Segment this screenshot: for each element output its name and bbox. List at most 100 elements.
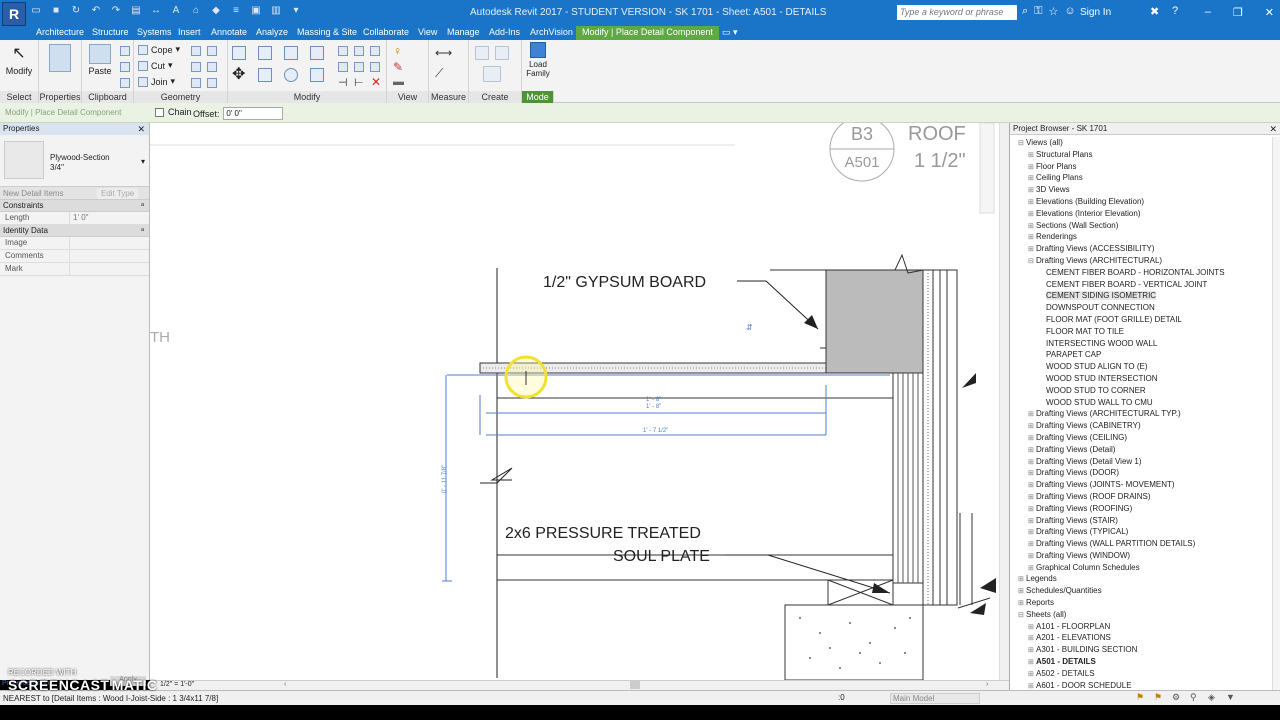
trim-multiple-icon[interactable]: ⊢ [354, 76, 364, 89]
browser-item[interactable]: ⊞ Elevations (Interior Elevation) [1010, 208, 1271, 220]
favorites-star-icon[interactable]: ☆ [1049, 5, 1059, 18]
wall-joins-icon[interactable] [191, 46, 201, 56]
browser-item[interactable]: ⊞ Drafting Views (Detail View 1) [1010, 456, 1271, 468]
unpin-icon[interactable] [370, 62, 380, 72]
offset-icon[interactable] [258, 46, 272, 60]
browser-item[interactable]: CEMENT FIBER BOARD - VERTICAL JOINT [1010, 279, 1271, 291]
active-model-field[interactable]: Main Model [890, 693, 980, 704]
tab-manage[interactable]: Manage [447, 27, 480, 37]
tab-collaborate[interactable]: Collaborate [363, 27, 409, 37]
delete-icon[interactable]: ✕ [371, 75, 381, 89]
array-icon[interactable] [338, 62, 348, 72]
links-icon[interactable]: ⚑ [1154, 692, 1162, 703]
filter-icon[interactable]: ▼ [1226, 692, 1235, 702]
select-by-face-icon[interactable]: ◈ [1208, 692, 1215, 703]
measure-between-icon[interactable]: ⟷ [435, 46, 452, 60]
browser-item[interactable]: FLOOR MAT (FOOT GRILLE) DETAIL [1010, 314, 1271, 326]
select-panel-label[interactable]: Select [0, 91, 38, 103]
browser-item[interactable]: WOOD STUD INTERSECTION [1010, 373, 1271, 385]
save-icon[interactable]: ■ [50, 5, 62, 17]
tab-analyze[interactable]: Analyze [256, 27, 288, 37]
scale-label[interactable]: 1/2" = 1'-0" [160, 681, 194, 688]
canvas-scrollbar[interactable] [999, 123, 1009, 680]
section-icon[interactable]: ◆ [210, 5, 222, 17]
drawing-canvas[interactable]: B3 A501 ROOF 1 1/2" TH 1/2" GYPSUM BOARD… [150, 123, 1009, 680]
tab-archvision[interactable]: ArchVision [530, 27, 573, 37]
collapse-icon[interactable]: ᵃ [141, 225, 144, 237]
create-group-icon[interactable] [495, 46, 509, 60]
browser-item[interactable]: ⊞ Drafting Views (ROOF DRAINS) [1010, 491, 1271, 503]
browser-item[interactable]: ⊞ Drafting Views (Detail) [1010, 444, 1271, 456]
collapse-icon[interactable]: ᵃ [141, 200, 144, 212]
browser-item[interactable]: ⊞ Reports [1010, 597, 1271, 609]
design-options-icon[interactable]: ⚑ [1136, 692, 1144, 703]
dropdown-arrow-icon[interactable]: ▾ [141, 157, 145, 166]
tab-annotate[interactable]: Annotate [211, 27, 247, 37]
undo-icon[interactable]: ↶ [90, 5, 102, 17]
browser-item[interactable]: ⊞ Drafting Views (TYPICAL) [1010, 526, 1271, 538]
browser-item[interactable]: ⊞ Ceiling Plans [1010, 172, 1271, 184]
close-properties-icon[interactable]: ✕ [137, 123, 145, 135]
binoculars-icon[interactable]: ⌕ [1022, 5, 1028, 18]
browser-item[interactable]: ⊞ A101 - FLOORPLAN [1010, 621, 1271, 633]
browser-item[interactable]: WOOD STUD WALL TO CMU [1010, 397, 1271, 409]
browser-item[interactable]: CEMENT SIDING ISOMETRIC [1010, 290, 1271, 302]
browser-item[interactable]: ⊞ Renderings [1010, 231, 1271, 243]
browser-item[interactable]: ⊞ A502 - DETAILS [1010, 668, 1271, 680]
browser-item[interactable]: ⊟ Views (all) [1010, 137, 1271, 149]
remove-paint-icon[interactable] [207, 62, 217, 72]
paint-icon[interactable] [191, 62, 201, 72]
tab-view[interactable]: View [418, 27, 437, 37]
sync-icon[interactable]: ↻ [70, 5, 82, 17]
close-icon[interactable]: ✕ [1265, 6, 1274, 19]
help-icon[interactable]: ? [1172, 5, 1178, 17]
hide-icon[interactable]: ▬ [393, 76, 404, 88]
navigation-bar[interactable] [979, 123, 995, 214]
chain-checkbox-box[interactable] [155, 107, 164, 117]
revit-logo-button[interactable]: R [2, 2, 26, 26]
pinned-icon[interactable]: ⚲ [1190, 692, 1197, 703]
chain-checkbox[interactable]: Chain [155, 107, 192, 117]
ribbon-minimize-icon[interactable]: ▭ ▾ [722, 27, 738, 38]
browser-item[interactable]: ⊞ Elevations (Building Elevation) [1010, 196, 1271, 208]
search-input[interactable]: Type a keyword or phrase [897, 5, 1017, 20]
browser-item[interactable]: ⊞ Graphical Column Schedules [1010, 562, 1271, 574]
browser-item[interactable]: CEMENT FIBER BOARD - HORIZONTAL JOINTS [1010, 267, 1271, 279]
paste-button[interactable]: Paste [84, 44, 116, 76]
match-properties-icon[interactable] [120, 78, 130, 88]
user-icon[interactable]: ☺ [1064, 5, 1075, 18]
browser-item[interactable]: ⊞ 3D Views [1010, 184, 1271, 196]
tab-modify-place-detail[interactable]: Modify | Place Detail Component [576, 26, 719, 40]
print-icon[interactable]: ▤ [130, 5, 142, 17]
cope-button[interactable]: Cope ▾ [138, 44, 180, 55]
mark-value[interactable] [70, 263, 149, 275]
open-icon[interactable]: ▭ [30, 5, 42, 17]
linework-icon[interactable]: ✎ [393, 60, 403, 74]
pin-icon[interactable] [370, 46, 380, 56]
edit-type-button[interactable]: Edit Type [97, 188, 139, 199]
browser-item[interactable]: FLOOR MAT TO TILE [1010, 326, 1271, 338]
browser-item[interactable]: ⊞ A301 - BUILDING SECTION [1010, 644, 1271, 656]
browser-item[interactable]: ⊞ Drafting Views (CABINETRY) [1010, 420, 1271, 432]
aligned-dimension-icon[interactable]: ⟋ [435, 66, 443, 81]
cut-button[interactable]: Cut ▾ [138, 60, 173, 71]
rotate-icon[interactable] [284, 68, 298, 82]
browser-item[interactable]: ⊞ Drafting Views (CEILING) [1010, 432, 1271, 444]
measure-icon[interactable]: ↔ [150, 5, 162, 17]
mirror-draw-axis-icon[interactable] [310, 46, 324, 60]
3d-view-icon[interactable]: ⌂ [190, 5, 202, 17]
browser-item[interactable]: ⊞ Schedules/Quantities [1010, 585, 1271, 597]
image-value[interactable] [70, 237, 149, 249]
cut-clip-icon[interactable] [120, 46, 130, 56]
create-assembly-icon[interactable] [483, 66, 501, 82]
copy-icon[interactable] [120, 62, 130, 72]
underlay-icon[interactable]: ⚙ [1172, 692, 1180, 703]
scroll-left-icon[interactable]: ‹ [284, 681, 286, 688]
browser-item[interactable]: DOWNSPOUT CONNECTION [1010, 302, 1271, 314]
demolish-icon[interactable] [191, 78, 201, 88]
browser-scrollbar[interactable] [1272, 137, 1280, 690]
browser-item[interactable]: ⊞ A501 - DETAILS [1010, 656, 1271, 668]
browser-item[interactable]: WOOD STUD TO CORNER [1010, 385, 1271, 397]
minimize-icon[interactable]: – [1205, 6, 1211, 19]
tab-systems[interactable]: Systems [137, 27, 172, 37]
